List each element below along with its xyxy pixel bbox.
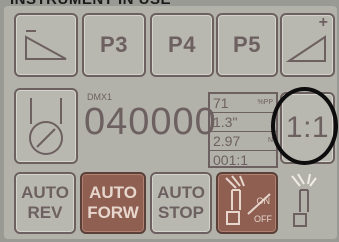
- ramp-down-icon: [25, 30, 67, 60]
- readout-unit: %PP: [257, 99, 273, 106]
- ramp-up-button[interactable]: +: [280, 13, 335, 77]
- ramp-down-button[interactable]: [14, 13, 78, 77]
- meter-gauge-icon: [29, 98, 63, 155]
- readout-value: 001:1: [213, 152, 249, 168]
- preset-p3-button[interactable]: P3: [82, 13, 146, 77]
- spray-off-label: OFF: [254, 214, 272, 224]
- auto-forw-line1: AUTO: [89, 183, 137, 202]
- spray-indicator-icon: [291, 173, 317, 227]
- preset-p4-label: P4: [168, 32, 196, 57]
- spray-toggle-button[interactable]: ON OFF: [216, 172, 278, 234]
- readout-row: 001:1: [210, 151, 276, 169]
- readout-row: 71 %PP: [210, 94, 276, 113]
- preset-p5-label: P5: [233, 32, 261, 57]
- auto-forw-line2: FORW: [87, 203, 139, 222]
- readout-panel: 71 %PP 1.3" 2.97 N 001:1: [208, 92, 278, 168]
- meter-button[interactable]: [14, 88, 78, 164]
- auto-forw-button[interactable]: AUTO FORW: [80, 172, 146, 234]
- auto-stop-button[interactable]: AUTO STOP: [150, 172, 212, 234]
- preset-p5-button[interactable]: P5: [216, 13, 278, 77]
- preset-p3-label: P3: [100, 32, 128, 57]
- readout-row: 2.97 N: [210, 132, 276, 151]
- plus-symbol: +: [318, 14, 328, 31]
- readout-value: 2.97: [213, 133, 241, 149]
- auto-rev-button[interactable]: AUTO REV: [14, 172, 76, 234]
- auto-stop-line2: STOP: [158, 203, 204, 222]
- auto-stop-line1: AUTO: [157, 183, 205, 202]
- main-value: 040000: [84, 101, 217, 143]
- readout-row: 1.3": [210, 113, 276, 132]
- spray-indicator[interactable]: [282, 172, 334, 234]
- readout-value: 1.3": [213, 114, 238, 130]
- spray-on-label: ON: [256, 196, 271, 206]
- auto-rev-line1: AUTO: [21, 183, 69, 202]
- highlight-circle: [271, 87, 338, 165]
- auto-rev-line2: REV: [27, 203, 63, 222]
- preset-p4-button[interactable]: P4: [150, 13, 214, 77]
- readout-value: 71: [213, 95, 229, 111]
